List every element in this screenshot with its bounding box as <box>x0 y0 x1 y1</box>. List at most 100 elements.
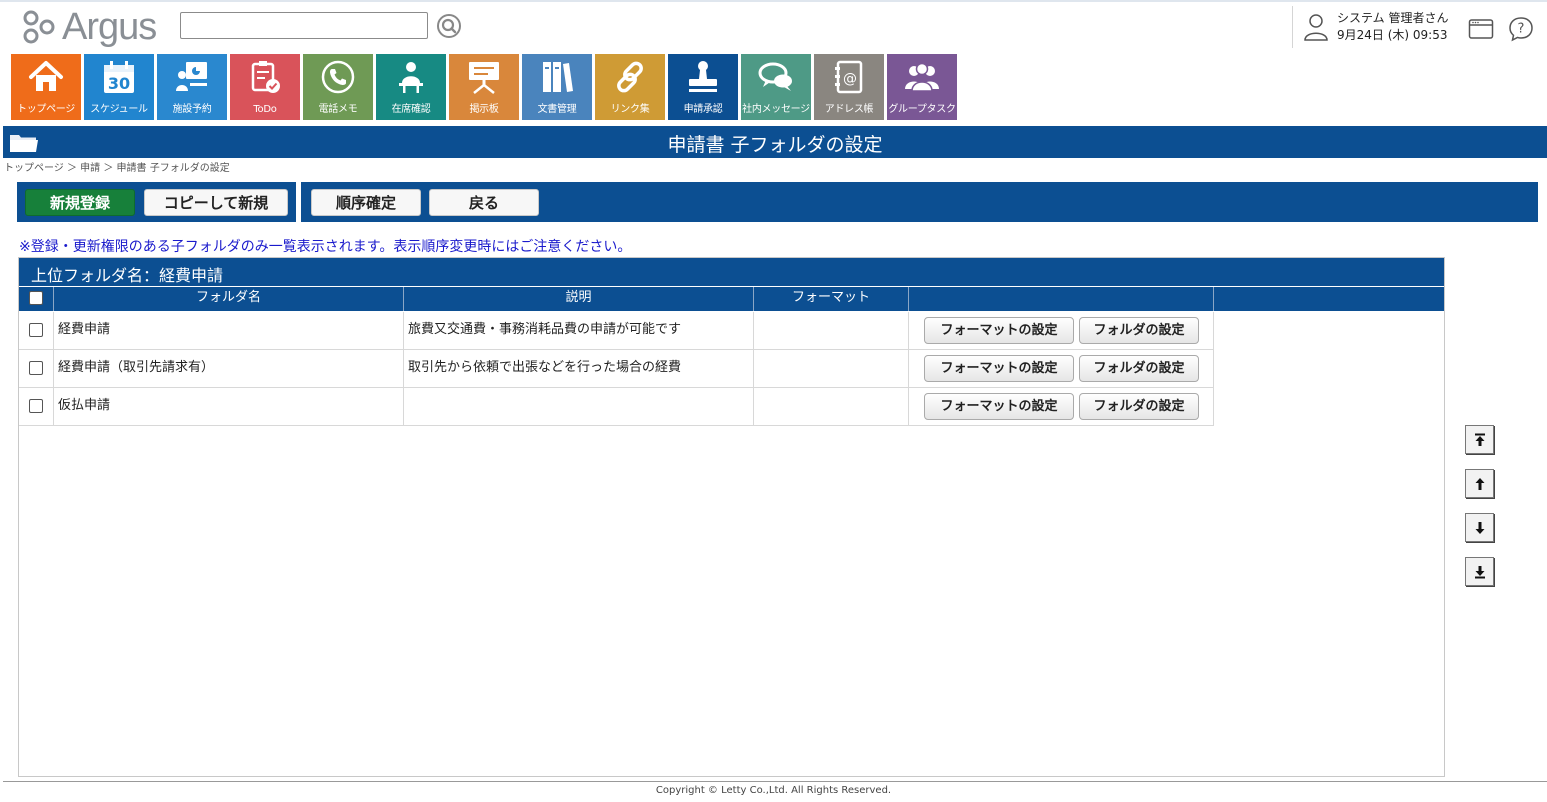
nav-tile-document-management[interactable]: 文書管理 <box>522 54 592 120</box>
copyright: Copyright © Letty Co.,Ltd. All Rights Re… <box>655 785 892 796</box>
link-icon <box>617 61 643 93</box>
table-row[interactable]: 経費申請 旅費又交通費・事務消耗品費の申請が可能です フォーマットの設定 フォル… <box>19 312 1214 350</box>
folder-settings-button[interactable]: フォルダの設定 <box>1079 355 1199 382</box>
arrow-down-icon <box>1475 521 1484 534</box>
home-icon <box>29 61 63 91</box>
move-to-bottom-button[interactable] <box>1465 557 1494 586</box>
main-nav: トップページ 30 スケジュール 施設予約 ToDo 電話メモ 在席確認 掲示板… <box>11 54 957 120</box>
move-to-top-button[interactable] <box>1465 425 1494 454</box>
nav-tile-label: ToDo <box>253 104 277 115</box>
nav-tile-todo[interactable]: ToDo <box>230 54 300 120</box>
new-button[interactable]: 新規登録 <box>25 189 135 216</box>
nav-tile-application-approval[interactable]: 申請承認 <box>668 54 738 120</box>
folder-settings-button[interactable]: フォルダの設定 <box>1079 317 1199 344</box>
format-settings-button[interactable]: フォーマットの設定 <box>924 317 1074 344</box>
row-checkbox[interactable] <box>29 361 43 375</box>
select-all-cell <box>19 287 54 311</box>
format-settings-button[interactable]: フォーマットの設定 <box>924 355 1074 382</box>
move-up-button[interactable] <box>1465 469 1494 498</box>
search-icon[interactable] <box>436 13 462 39</box>
table-header: フォルダ名 説明 フォーマット <box>19 287 1444 311</box>
presence-icon <box>399 62 423 93</box>
nav-tile-bulletin-board[interactable]: 掲示板 <box>449 54 519 120</box>
row-checkbox-cell <box>19 350 54 388</box>
current-datetime: 9月24日 (木) 09:53 <box>1337 28 1448 42</box>
calendar-icon: 30 <box>104 61 134 93</box>
format-cell <box>754 312 909 350</box>
nav-tile-presence[interactable]: 在席確認 <box>376 54 446 120</box>
nav-tile-label: 在席確認 <box>391 104 431 115</box>
action-toolbar: 新規登録 コピーして新規 順序確定 戻る <box>17 182 1538 222</box>
nav-tile-links[interactable]: リンク集 <box>595 54 665 120</box>
folder-settings-button[interactable]: フォルダの設定 <box>1079 393 1199 420</box>
back-button[interactable]: 戻る <box>429 189 539 216</box>
table-row[interactable]: 仮払申請 フォーマットの設定 フォルダの設定 <box>19 388 1214 426</box>
format-settings-button[interactable]: フォーマットの設定 <box>924 393 1074 420</box>
nav-tile-phone-memo[interactable]: 電話メモ <box>303 54 373 120</box>
format-cell <box>754 350 909 388</box>
column-header-folder-name[interactable]: フォルダ名 <box>54 287 404 311</box>
address-book-icon: @ <box>835 60 863 94</box>
nav-tile-group-task[interactable]: グループタスク <box>887 54 957 120</box>
toolbar-divider <box>296 182 301 222</box>
argus-logo[interactable]: Argus <box>22 6 167 48</box>
row-checkbox[interactable] <box>29 323 43 337</box>
facility-icon <box>176 62 207 91</box>
column-header-description[interactable]: 説明 <box>404 287 754 311</box>
row-checkbox-cell <box>19 388 54 426</box>
group-task-icon <box>905 62 939 92</box>
board-icon <box>469 62 499 94</box>
svg-text:@: @ <box>843 71 857 87</box>
nav-tile-label: 電話メモ <box>318 104 358 115</box>
format-cell <box>754 388 909 426</box>
phone-icon <box>321 60 355 94</box>
copy-new-button[interactable]: コピーして新規 <box>144 189 288 216</box>
select-all-checkbox[interactable] <box>29 291 43 305</box>
page-title-bar: 申請書 子フォルダの設定 <box>3 126 1547 158</box>
breadcrumb[interactable]: トップページ ＞ 申請 ＞ 申請書 子フォルダの設定 <box>4 159 230 174</box>
actions-cell: フォーマットの設定 フォルダの設定 <box>909 388 1214 426</box>
document-icon <box>543 62 573 92</box>
nav-tile-facility[interactable]: 施設予約 <box>157 54 227 120</box>
nav-tile-schedule[interactable]: 30 スケジュール <box>84 54 154 120</box>
column-header-actions <box>909 287 1214 311</box>
nav-tile-label: 社内メッセージ <box>742 104 810 115</box>
logo-text: Argus <box>62 5 157 48</box>
arrow-up-icon <box>1475 477 1484 490</box>
table-row[interactable]: 経費申請（取引先請求有） 取引先から依頼で出張などを行った場合の経費 フォーマッ… <box>19 350 1214 388</box>
nav-tile-label: グループタスク <box>888 104 956 115</box>
nav-tile-label: 施設予約 <box>172 104 212 115</box>
nav-tile-address-book[interactable]: @ アドレス帳 <box>814 54 884 120</box>
svg-text:?: ? <box>1518 22 1525 37</box>
nav-tile-label: スケジュール <box>90 104 148 115</box>
footer-divider <box>3 781 1547 782</box>
help-icon[interactable]: ? <box>1508 16 1534 42</box>
calendar-day: 30 <box>108 74 130 93</box>
nav-tile-internal-message[interactable]: 社内メッセージ <box>741 54 811 120</box>
move-down-button[interactable] <box>1465 513 1494 542</box>
row-checkbox[interactable] <box>29 399 43 413</box>
nav-tile-label: 文書管理 <box>537 104 577 115</box>
nav-tile-label: 申請承認 <box>683 104 723 115</box>
logo-mark-icon <box>23 10 55 44</box>
column-header-format[interactable]: フォーマット <box>754 287 909 311</box>
folder-name-cell: 経費申請 <box>54 312 404 350</box>
message-icon <box>758 62 792 91</box>
window-icon[interactable] <box>1468 16 1494 42</box>
description-cell: 旅費又交通費・事務消耗品費の申請が可能です <box>404 312 754 350</box>
folder-list-panel: 上位フォルダ名：経費申請 フォルダ名 説明 フォーマット 経費申請 旅費又交通費… <box>18 257 1445 777</box>
user-name: システム 管理者さん <box>1337 11 1449 25</box>
arrow-to-top-icon <box>1474 433 1485 446</box>
nav-tile-top-page[interactable]: トップページ <box>11 54 81 120</box>
confirm-order-button[interactable]: 順序確定 <box>311 189 421 216</box>
top-border <box>0 0 1547 2</box>
row-checkbox-cell <box>19 312 54 350</box>
nav-tile-label: リンク集 <box>610 104 650 115</box>
folder-name-cell: 仮払申請 <box>54 388 404 426</box>
user-info[interactable]: システム 管理者さん 9月24日 (木) 09:53 <box>1292 6 1448 48</box>
page-title: 申請書 子フォルダの設定 <box>667 134 883 156</box>
search-input[interactable] <box>180 12 428 39</box>
stamp-icon <box>689 61 717 92</box>
actions-cell: フォーマットの設定 フォルダの設定 <box>909 350 1214 388</box>
folder-name-cell: 経費申請（取引先請求有） <box>54 350 404 388</box>
